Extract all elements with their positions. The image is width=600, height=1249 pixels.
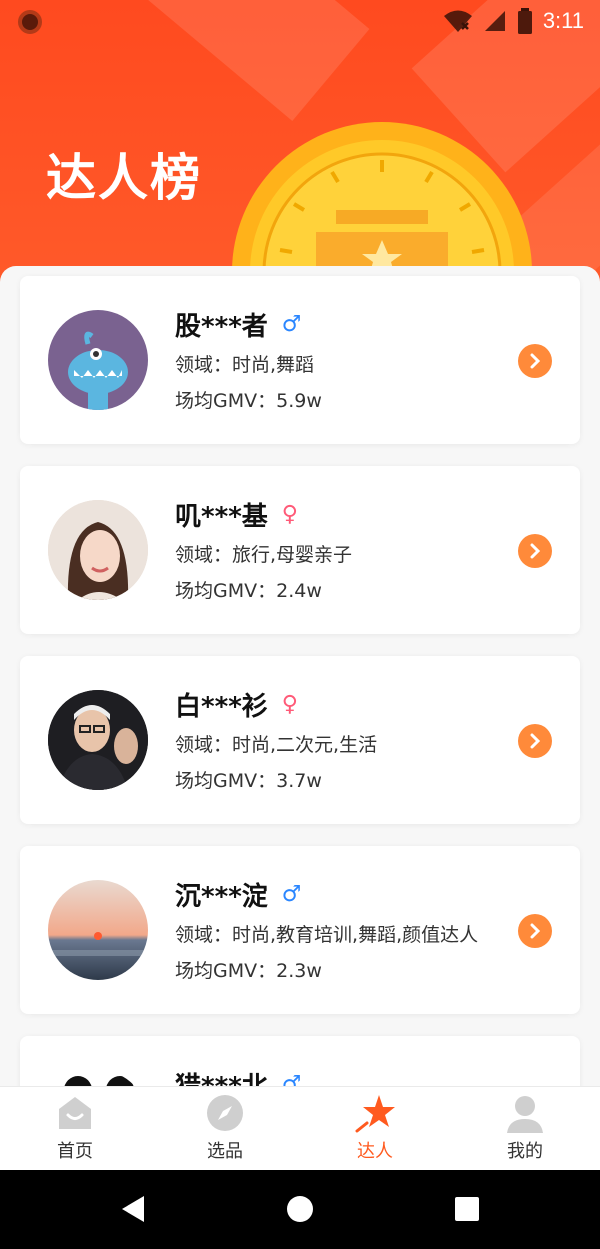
user-icon [503,1093,547,1133]
chevron-right-icon[interactable] [518,534,552,568]
notification-dot-icon [18,10,42,34]
monster-avatar [48,310,148,410]
creator-field: 领域：时尚,二次元,生活 [175,734,378,756]
male-icon: ♂ [281,1071,302,1086]
creator-name: 股***者 [175,312,268,342]
header-banner: 3:11 达人榜 [0,0,600,290]
home-icon [53,1093,97,1133]
back-icon[interactable] [118,1194,148,1224]
nav-label: 首页 [57,1141,93,1162]
bottom-nav: 首页 选品 达人 我的 [0,1086,600,1170]
female-icon: ♀ [281,501,298,527]
creator-field: 领域：时尚,教育培训,舞蹈,颜值达人 [175,924,479,946]
nav-products[interactable]: 选品 [150,1087,300,1170]
status-bar: 3:11 [0,0,600,44]
creator-card[interactable]: 白***衫 ♀ 领域：时尚,二次元,生活 场均GMV：3.7w [20,656,580,824]
creator-name: 叽***基 [175,502,268,532]
sunset-avatar [48,880,148,980]
signal-icon [484,11,505,31]
creator-field: 领域：时尚,舞蹈 [175,354,315,376]
chevron-right-icon[interactable] [518,724,552,758]
creator-card[interactable]: 猎***北 ♂ [20,1036,580,1086]
status-time: 3:11 [542,8,584,33]
creator-gmv: 场均GMV：2.4w [175,580,322,602]
creator-name: 白***衫 [175,692,268,722]
recents-icon[interactable] [454,1196,480,1222]
female-icon: ♀ [281,691,298,717]
nav-home[interactable]: 首页 [0,1087,150,1170]
battery-icon [517,8,532,34]
creator-name: 猎***北 [175,1066,268,1086]
nav-label: 达人 [357,1141,393,1162]
male-icon: ♂ [281,311,302,337]
system-nav-bar [0,1170,600,1249]
nav-profile[interactable]: 我的 [450,1087,600,1170]
gold-coin-icon [232,122,532,290]
creator-list: 股***者 ♂ 领域：时尚,舞蹈 场均GMV：5.9w 叽***基 ♀ 领域：旅… [0,266,600,1086]
man-avatar [48,690,148,790]
creator-gmv: 场均GMV：5.9w [175,390,322,412]
nav-label: 我的 [507,1141,543,1162]
creator-card[interactable]: 沉***淀 ♂ 领域：时尚,教育培训,舞蹈,颜值达人 场均GMV：2.3w [20,846,580,1014]
creator-gmv: 场均GMV：3.7w [175,770,322,792]
nav-creators[interactable]: 达人 [300,1087,450,1170]
star-icon [353,1093,397,1133]
creator-name: 沉***淀 [175,882,268,912]
creator-field: 领域：旅行,母婴亲子 [175,544,353,566]
male-icon: ♂ [281,881,302,907]
chevron-right-icon[interactable] [518,344,552,378]
woman-avatar [48,500,148,600]
nav-label: 选品 [207,1141,243,1162]
creator-card[interactable]: 叽***基 ♀ 领域：旅行,母婴亲子 场均GMV：2.4w [20,466,580,634]
wifi-icon [443,10,472,32]
compass-icon [203,1093,247,1133]
cartoon-avatar [48,1070,148,1086]
page-title: 达人榜 [46,149,202,207]
home-circle-icon[interactable] [285,1194,315,1224]
creator-card[interactable]: 股***者 ♂ 领域：时尚,舞蹈 场均GMV：5.9w [20,276,580,444]
creator-gmv: 场均GMV：2.3w [175,960,322,982]
chevron-right-icon[interactable] [518,914,552,948]
